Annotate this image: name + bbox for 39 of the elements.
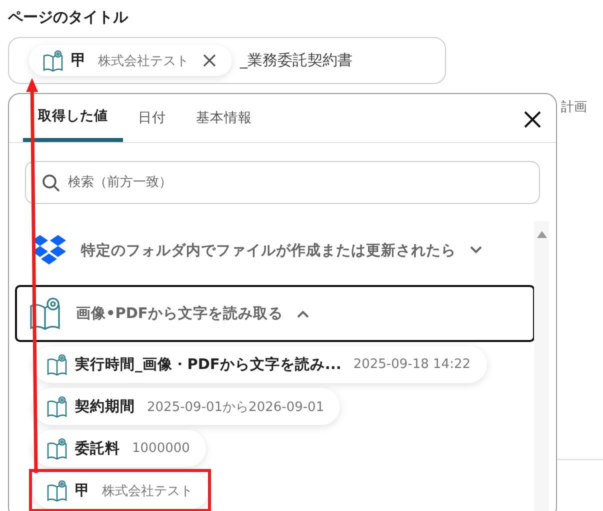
chip-value: 株式会社テスト	[102, 482, 193, 500]
book-icon	[47, 480, 67, 502]
book-icon	[47, 396, 67, 418]
chip-label: 甲	[75, 482, 90, 500]
group-title: 画像•PDFから文字を読み取る	[76, 304, 283, 323]
tab[interactable]: 取得した値	[23, 94, 123, 142]
scrollbar[interactable]	[534, 221, 549, 511]
chip-value: 2025-09-01から2026-09-01	[147, 398, 324, 416]
field-text: _業務委託契約書	[240, 51, 352, 70]
background-text: 計画	[561, 99, 587, 116]
value-chip[interactable]: 甲 株式会社テスト	[29, 45, 232, 76]
book-icon	[43, 50, 63, 72]
group-title: 特定のフォルダ内でファイルが作成または更新されたら	[81, 242, 456, 260]
close-icon[interactable]	[203, 54, 216, 67]
source-group[interactable]: 特定のフォルダ内でファイルが作成または更新されたら	[15, 221, 535, 279]
book-icon	[47, 354, 67, 376]
search-icon	[42, 174, 60, 192]
chip-value: 1000000	[132, 441, 190, 456]
tab[interactable]: 日付	[123, 94, 181, 142]
title-field[interactable]: 甲 株式会社テスト _業務委託契約書	[8, 37, 446, 84]
chevron-down-icon	[470, 246, 482, 254]
chip-label: 契約期間	[75, 398, 135, 416]
chip-value: 2025-09-18 14:22	[353, 357, 470, 372]
search-input[interactable]: 検索（前方一致）	[66, 174, 539, 191]
search-field[interactable]: 検索（前方一致）	[25, 161, 540, 204]
chip-value: 株式会社テスト	[98, 52, 189, 70]
field-label: ページのタイトル	[8, 8, 130, 28]
value-chip[interactable]: 委託料 1000000	[33, 430, 206, 467]
value-chip[interactable]: 甲 株式会社テスト	[33, 472, 209, 509]
scroll-up-icon[interactable]	[536, 231, 546, 238]
close-icon[interactable]	[524, 111, 541, 128]
book-icon	[47, 438, 67, 460]
chevron-up-icon	[296, 310, 309, 318]
chip-label: 委託料	[75, 440, 120, 458]
source-group[interactable]: 画像•PDFから文字を読み取る	[15, 285, 535, 342]
chip-label: 甲	[71, 51, 86, 70]
chip-label: 実行時間_画像・PDFから文字を読み...	[75, 355, 342, 374]
tab[interactable]: 基本情報	[181, 94, 267, 142]
book-icon	[30, 296, 62, 330]
